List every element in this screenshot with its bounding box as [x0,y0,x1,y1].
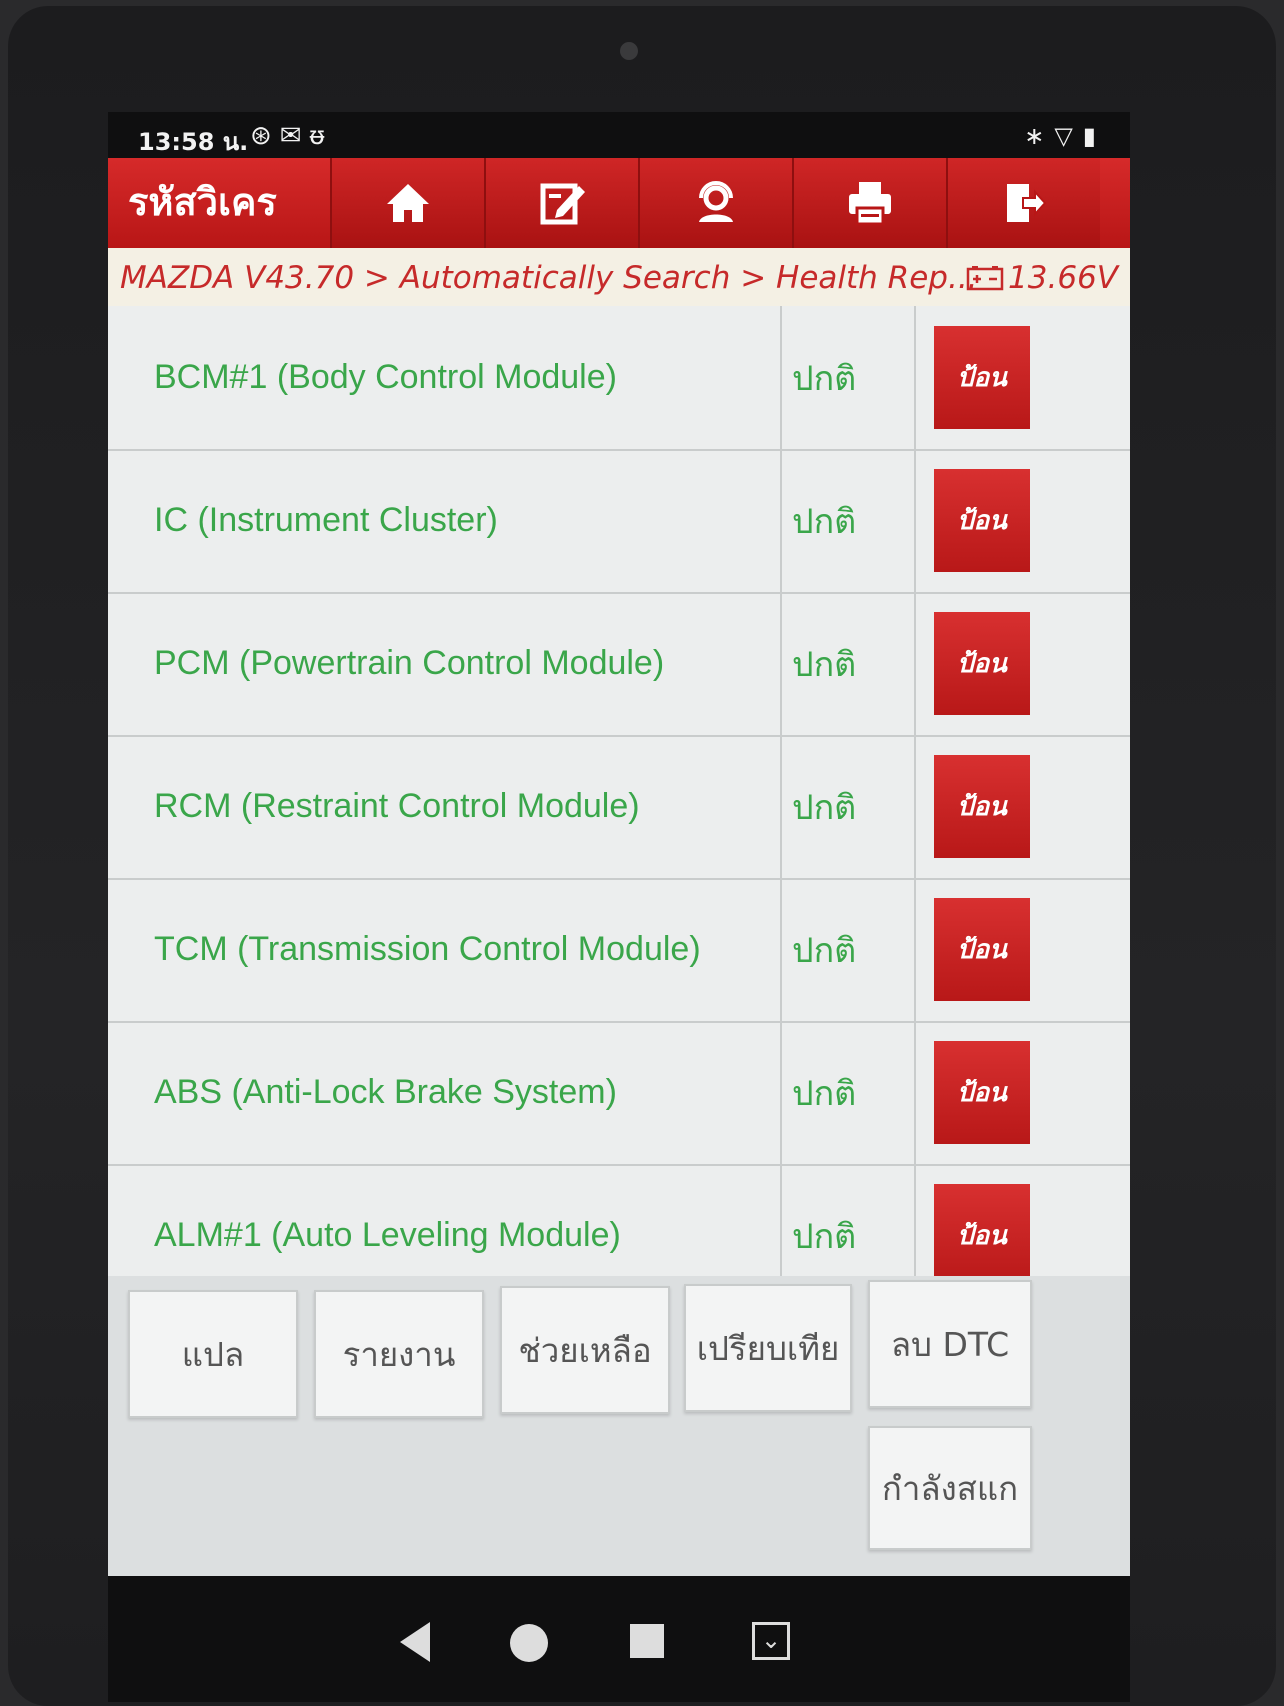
enter-button[interactable]: ป้อน [934,612,1030,715]
home-icon [387,184,429,222]
front-camera [620,42,638,60]
module-name: IC (Instrument Cluster) [108,449,782,592]
module-name: PCM (Powertrain Control Module) [108,592,782,735]
car-battery-icon [966,266,1004,291]
list-item: TCM (Transmission Control Module) ปกติ ป… [108,878,1130,1023]
list-item: ALM#1 (Auto Leveling Module) ปกติ ป้อน [108,1164,1130,1276]
back-icon[interactable] [400,1622,430,1662]
stethoscope-icon: ᵿ [309,121,333,151]
clear-dtc-button[interactable]: ลบ DTC [868,1280,1032,1408]
home-circle-icon[interactable] [510,1624,548,1662]
report-button[interactable]: รายงาน [314,1290,484,1418]
support-button[interactable] [638,158,792,248]
status-bar: 13:58 น. ⊛✉ᵿ ∗▽▮ [108,112,1130,158]
module-status: ปกติ [784,592,916,735]
mail-icon: ✉ [279,121,310,151]
exit-button[interactable] [946,158,1100,248]
clock: 13:58 น. [138,128,249,156]
print-icon [849,182,891,226]
list-item: IC (Instrument Cluster) ปกติ ป้อน [108,449,1130,594]
breadcrumb-bar: MAZDA V43.70 > Automatically Search > He… [108,248,1130,308]
module-name: ALM#1 (Auto Leveling Module) [108,1164,782,1276]
module-name: BCM#1 (Body Control Module) [108,306,782,449]
edit-icon [540,183,585,225]
notification-icons: ⊛✉ᵿ [250,120,332,151]
breadcrumb: MAZDA V43.70 > Automatically Search > He… [120,260,978,296]
voltage-readout: 13.66V [966,260,1118,296]
voltage-value: 13.66V [1008,260,1118,296]
android-nav-bar: ⌄ [108,1576,1130,1702]
module-name: TCM (Transmission Control Module) [108,878,782,1021]
bottom-toolbar: แปล รายงาน ช่วยเหลือ เปรียบเทีย ลบ DTC ก… [108,1276,1130,1576]
edit-button[interactable] [484,158,638,248]
module-status: ปกติ [784,449,916,592]
module-status: ปกติ [784,878,916,1021]
help-button[interactable]: ช่วยเหลือ [500,1286,670,1414]
battery-icon: ▮ [1082,122,1106,150]
enter-button[interactable]: ป้อน [934,755,1030,858]
compare-button[interactable]: เปรียบเทีย [684,1284,852,1412]
support-icon [699,181,733,222]
app-header: รหัสวิเคร [108,158,1130,248]
module-name: ABS (Anti-Lock Brake System) [108,1021,782,1164]
bluetooth-icon: ∗ [1024,122,1055,150]
system-icons: ∗▽▮ [1024,122,1106,150]
target-icon: ⊛ [250,121,280,151]
enter-button[interactable]: ป้อน [934,326,1030,429]
enter-button[interactable]: ป้อน [934,469,1030,572]
module-status: ปกติ [784,306,916,449]
module-status: ปกติ [784,1021,916,1164]
list-item: ABS (Anti-Lock Brake System) ปกติ ป้อน [108,1021,1130,1166]
module-status: ปกติ [784,735,916,878]
print-button[interactable] [792,158,946,248]
enter-button[interactable]: ป้อน [934,1041,1030,1144]
enter-button[interactable]: ป้อน [934,1184,1030,1276]
list-item: BCM#1 (Body Control Module) ปกติ ป้อน [108,306,1130,451]
keyboard-toggle-icon[interactable]: ⌄ [752,1622,790,1660]
page-title: รหัสวิเคร [128,180,277,224]
home-button[interactable] [330,158,484,248]
list-item: PCM (Powertrain Control Module) ปกติ ป้อ… [108,592,1130,737]
translate-button[interactable]: แปล [128,1290,298,1418]
wifi-icon: ▽ [1054,122,1083,150]
module-name: RCM (Restraint Control Module) [108,735,782,878]
exit-icon [1007,184,1047,222]
enter-button[interactable]: ป้อน [934,898,1030,1001]
list-item: RCM (Restraint Control Module) ปกติ ป้อน [108,735,1130,880]
screen: 13:58 น. ⊛✉ᵿ ∗▽▮ รหัสวิเคร MAZDA V43.70 … [108,112,1130,1702]
recents-icon[interactable] [630,1624,664,1658]
module-list: BCM#1 (Body Control Module) ปกติ ป้อน IC… [108,306,1130,1276]
scanning-button[interactable]: กำลังสแก [868,1426,1032,1550]
module-status: ปกติ [784,1164,916,1276]
